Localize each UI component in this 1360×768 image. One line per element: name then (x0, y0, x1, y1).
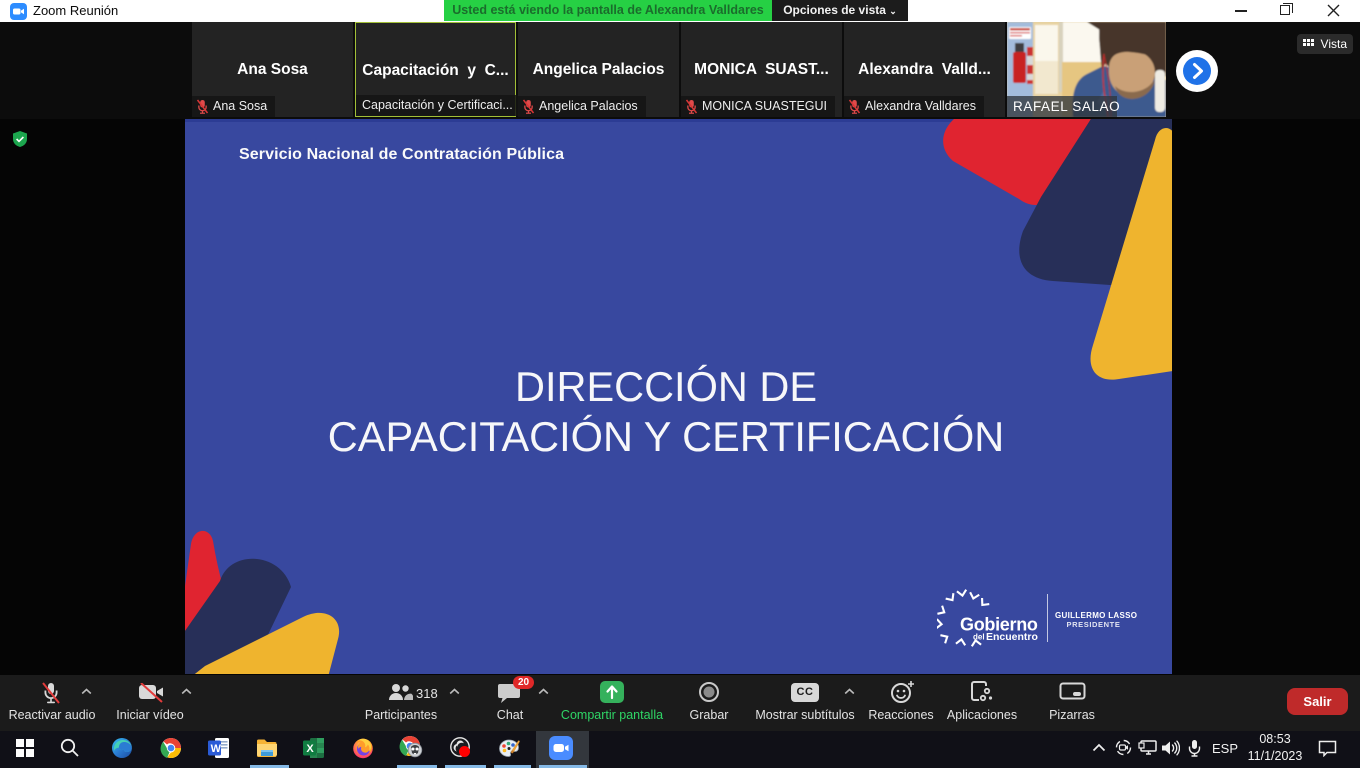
svg-text:del: del (973, 633, 985, 642)
svg-text:X: X (306, 743, 314, 755)
svg-text:W: W (211, 743, 222, 755)
svg-text:Encuentro: Encuentro (986, 631, 1038, 643)
